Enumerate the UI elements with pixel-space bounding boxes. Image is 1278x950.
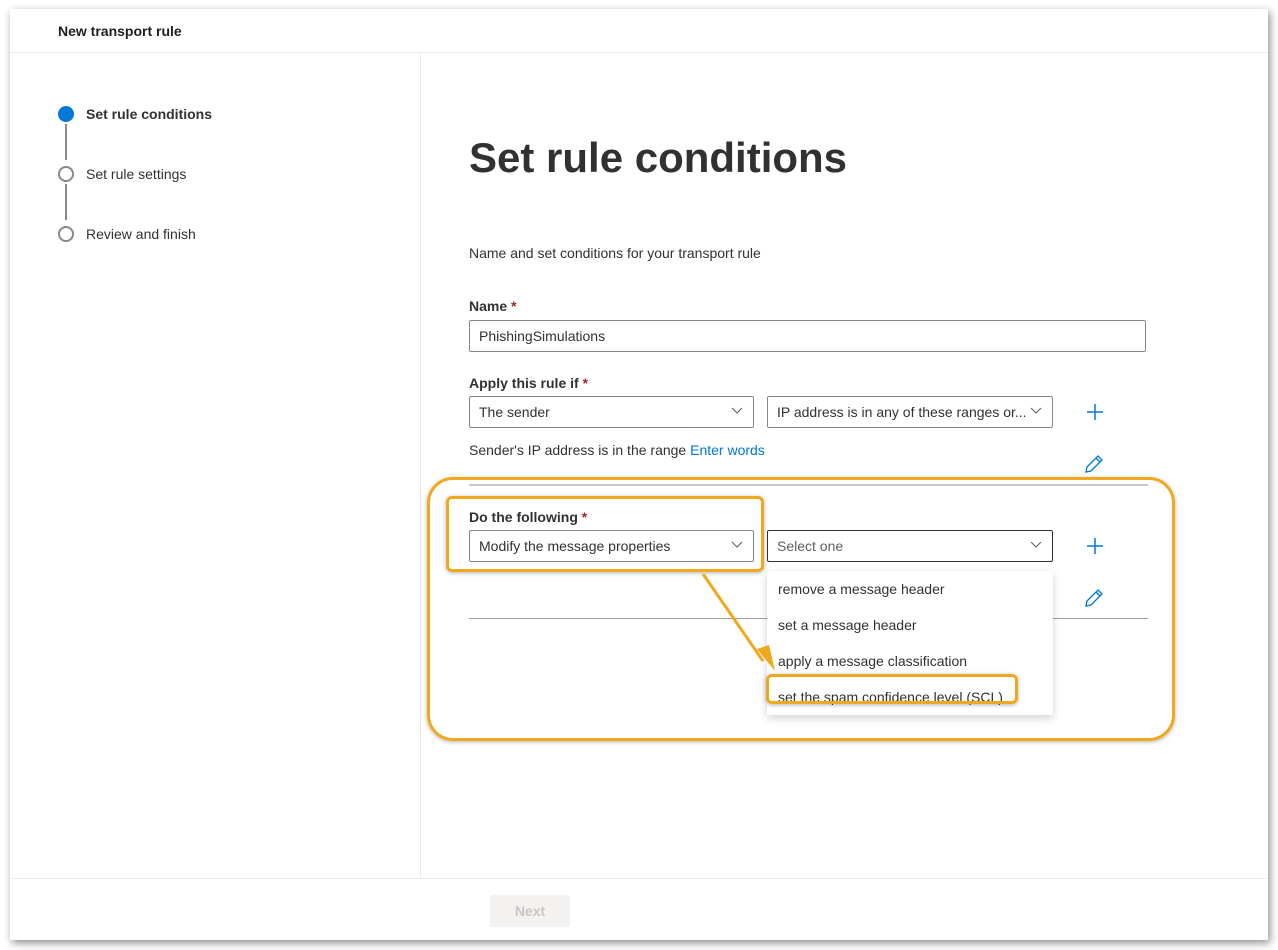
edit-action-pencil-icon[interactable] [1084, 588, 1104, 608]
add-action-plus-icon[interactable] [1085, 536, 1105, 556]
enter-words-link[interactable]: Enter words [690, 442, 765, 458]
option-set-message-header[interactable]: set a message header [767, 607, 1053, 643]
do-following-label: Do the following * [469, 509, 587, 525]
option-set-spam-confidence-level[interactable]: set the spam confidence level (SCL) [767, 679, 1053, 715]
chevron-down-icon [731, 407, 743, 414]
step-label: Set rule conditions [86, 106, 213, 122]
transport-rule-wizard: New transport rule Set rule conditions S… [10, 9, 1268, 940]
sub-action-placeholder: Select one [777, 538, 844, 554]
page-subtitle: Name and set conditions for your transpo… [469, 245, 761, 261]
name-input[interactable] [469, 320, 1146, 352]
page-title: Set rule conditions [469, 134, 848, 181]
action-value: Modify the message properties [479, 538, 671, 554]
option-remove-message-header[interactable]: remove a message header [767, 571, 1053, 607]
step-label: Set rule settings [86, 166, 187, 182]
add-condition-plus-icon[interactable] [1085, 402, 1105, 422]
sub-action-dropdown[interactable]: Select one [767, 530, 1053, 562]
condition-dropdown[interactable]: The sender [469, 396, 754, 428]
required-mark: * [582, 375, 589, 391]
step-pending-dot-icon [58, 166, 74, 182]
step-set-rule-conditions[interactable]: Set rule conditions [58, 106, 212, 122]
option-apply-message-classification[interactable]: apply a message classification [767, 643, 1053, 679]
chevron-down-icon [1030, 541, 1042, 548]
main-content: Set rule conditions Name and set conditi… [421, 54, 1268, 878]
wizard-steps-panel: Set rule conditions Set rule settings Re… [10, 54, 421, 878]
required-mark: * [581, 509, 588, 525]
required-mark: * [511, 298, 517, 314]
condition-description: Sender's IP address is in the range Ente… [469, 442, 765, 458]
sub-action-dropdown-menu: remove a message header set a message he… [767, 571, 1053, 715]
chevron-down-icon [1030, 407, 1042, 414]
step-label: Review and finish [86, 226, 196, 242]
step-set-rule-settings[interactable]: Set rule settings [58, 166, 186, 182]
section-divider [469, 484, 1148, 486]
step-connector [65, 124, 67, 160]
apply-rule-label-text: Apply this rule if [469, 375, 579, 391]
condition-value: The sender [479, 404, 550, 420]
next-button[interactable]: Next [490, 895, 570, 927]
edit-condition-pencil-icon[interactable] [1084, 454, 1104, 474]
annotation-arrow-icon [701, 573, 775, 671]
step-review-and-finish[interactable]: Review and finish [58, 226, 196, 242]
action-dropdown[interactable]: Modify the message properties [469, 530, 754, 562]
step-connector [65, 184, 67, 220]
header: New transport rule [10, 9, 1268, 53]
step-active-dot-icon [58, 106, 74, 122]
window-title: New transport rule [58, 23, 182, 39]
chevron-down-icon [731, 541, 743, 548]
footer: Next [10, 878, 1268, 940]
sub-condition-dropdown[interactable]: IP address is in any of these ranges or.… [767, 396, 1053, 428]
condition-description-text: Sender's IP address is in the range [469, 442, 687, 458]
name-label-text: Name [469, 298, 508, 314]
apply-rule-label: Apply this rule if * [469, 375, 588, 391]
do-following-label-text: Do the following [469, 509, 578, 525]
sub-condition-value: IP address is in any of these ranges or.… [777, 404, 1027, 420]
step-pending-dot-icon [58, 226, 74, 242]
name-label: Name * [469, 298, 516, 314]
